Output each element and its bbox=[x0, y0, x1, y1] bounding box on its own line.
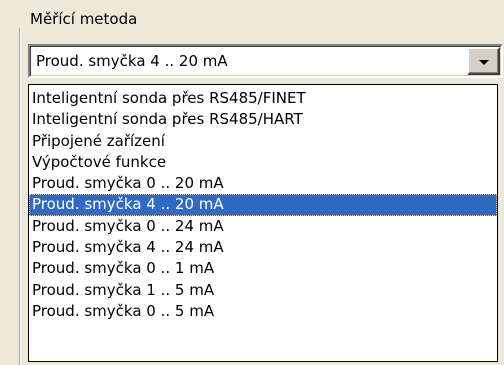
dropdown-button[interactable] bbox=[467, 47, 500, 75]
chevron-down-icon bbox=[478, 59, 489, 65]
dropdown-option[interactable]: Proud. smyčka 0 .. 1 mA bbox=[29, 258, 497, 279]
dropdown-option[interactable]: Výpočtové funkce bbox=[29, 152, 497, 173]
dropdown-option[interactable]: Připojené zařízení bbox=[29, 131, 497, 152]
measuring-method-select[interactable]: Proud. smyčka 4 .. 20 mA bbox=[28, 44, 503, 78]
select-current-value: Proud. smyčka 4 .. 20 mA bbox=[36, 52, 228, 70]
dropdown-option[interactable]: Inteligentní sonda přes RS485/FINET bbox=[29, 88, 497, 109]
group-label: Měřící metoda bbox=[30, 10, 138, 28]
dropdown-option[interactable]: Proud. smyčka 0 .. 5 mA bbox=[29, 301, 497, 322]
dropdown-option[interactable]: Proud. smyčka 1 .. 5 mA bbox=[29, 280, 497, 301]
dropdown-option[interactable]: Proud. smyčka 0 .. 24 mA bbox=[29, 216, 497, 237]
dropdown-list[interactable]: Inteligentní sonda přes RS485/FINET Inte… bbox=[28, 84, 498, 362]
dropdown-option[interactable]: Inteligentní sonda přes RS485/HART bbox=[29, 109, 497, 130]
group-frame-edge-highlight bbox=[20, 28, 21, 365]
dropdown-option[interactable]: Proud. smyčka 4 .. 24 mA bbox=[29, 237, 497, 258]
dropdown-option-selected[interactable]: Proud. smyčka 4 .. 20 mA bbox=[29, 194, 497, 216]
settings-panel: Měřící metoda Proud. smyčka 4 .. 20 mA I… bbox=[0, 0, 504, 365]
dropdown-option[interactable]: Proud. smyčka 0 .. 20 mA bbox=[29, 173, 497, 194]
